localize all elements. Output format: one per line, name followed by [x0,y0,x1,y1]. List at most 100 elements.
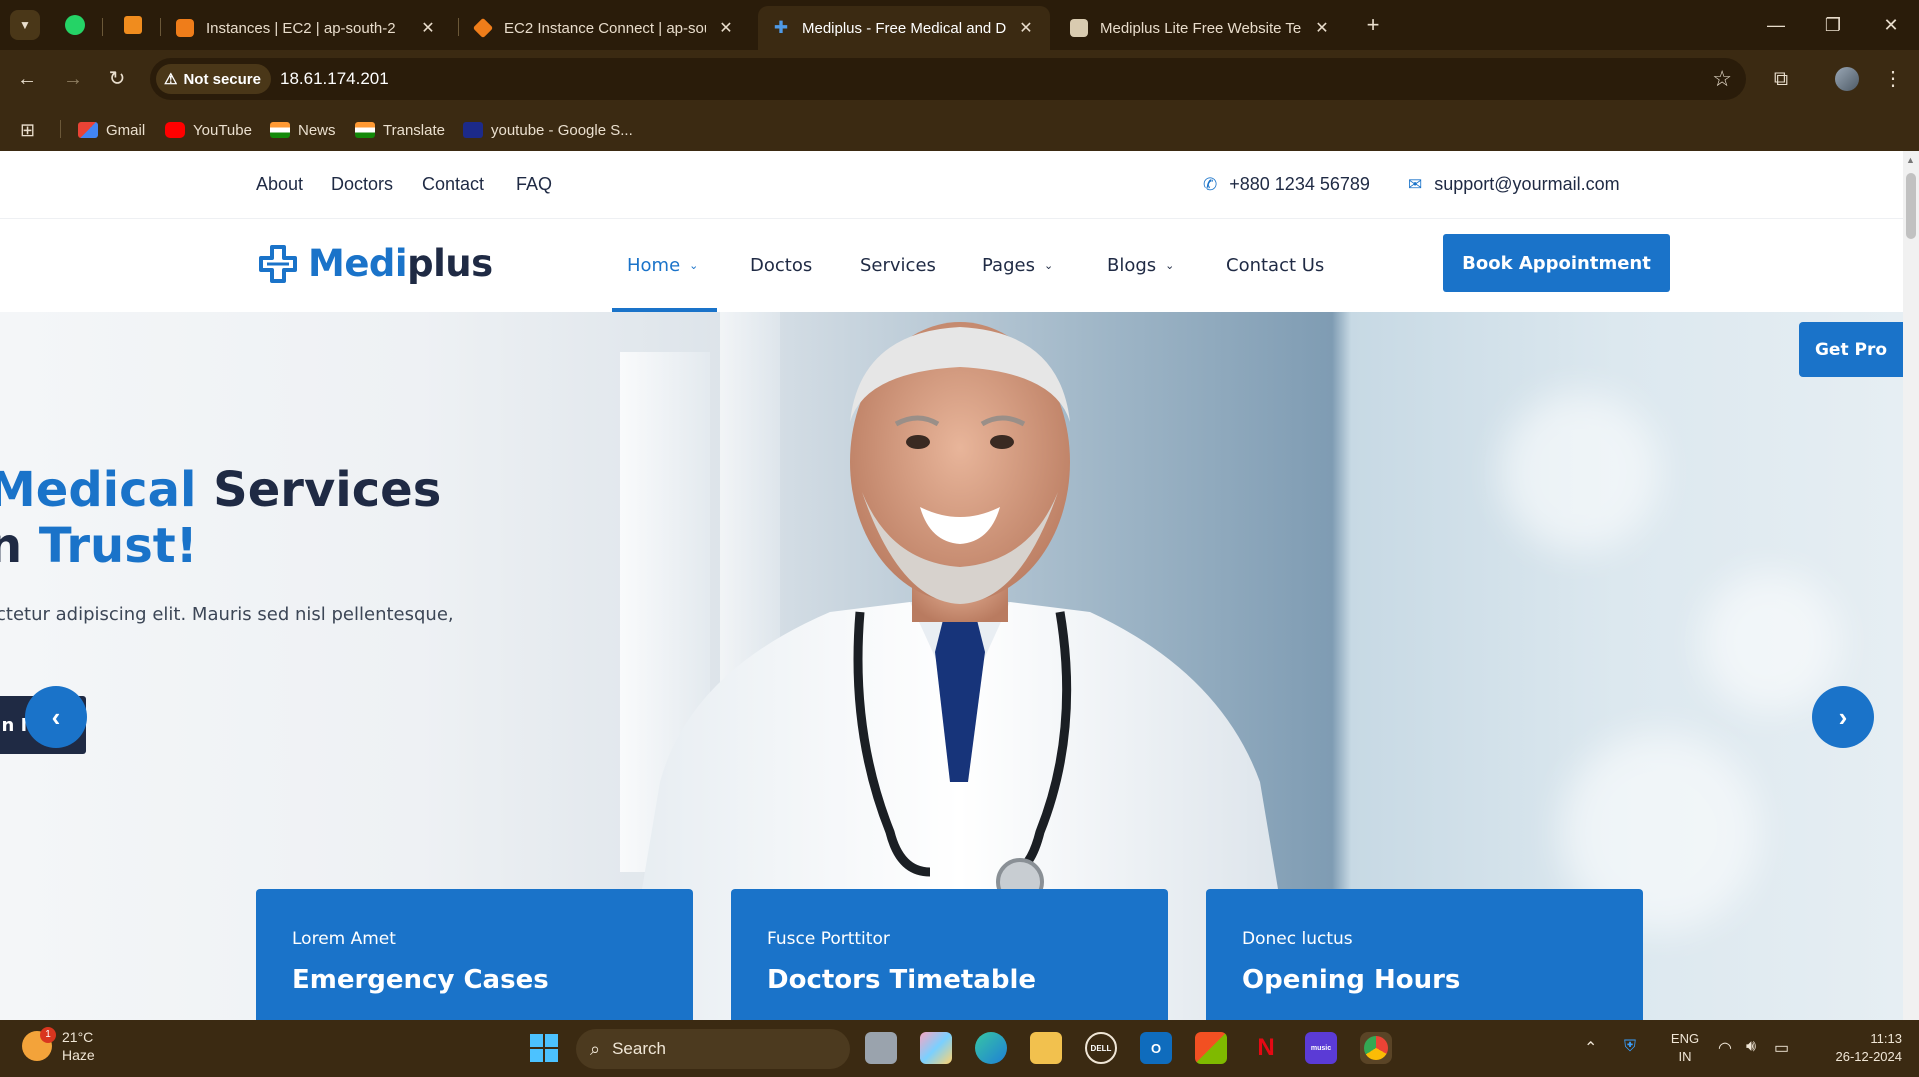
chrome-taskbar-button[interactable] [1360,1032,1392,1064]
url-text[interactable]: 18.61.174.201 [280,69,389,89]
plus-icon: + [1366,12,1380,37]
book-appointment-button[interactable]: Book Appointment [1443,234,1670,292]
apps-button[interactable]: ⊞ [20,118,35,142]
dell-icon[interactable]: DELL [1085,1032,1117,1064]
close-icon[interactable]: ✕ [418,18,438,38]
edge-icon[interactable] [975,1032,1007,1064]
scrollbar-thumb[interactable] [1906,173,1916,239]
forward-button[interactable]: → [58,64,88,94]
pinned-tab-aws[interactable] [118,10,148,40]
bookmark-star-icon[interactable]: ☆ [1712,66,1732,92]
tab-mediplus-lite[interactable]: Mediplus Lite Free Website Tem ✕ [1056,6,1346,50]
chevron-right-icon: › [1838,701,1848,732]
nav-contact-us[interactable]: Contact Us [1226,255,1324,276]
volume-icon[interactable]: 🔊︎ [1746,1038,1756,1056]
phone-number: +880 1234 56789 [1229,174,1370,194]
get-pro-button[interactable]: Get Pro [1799,322,1903,377]
security-chip[interactable]: ⚠ Not secure [156,64,271,94]
address-bar[interactable]: ⚠ Not secure 18.61.174.201 ☆ [150,58,1746,100]
feature-kicker: Fusce Porttitor [767,929,890,949]
site-logo[interactable]: Mediplus [258,242,493,285]
bookmark-gmail[interactable]: Gmail [78,118,145,142]
feature-card-emergency: Lorem Amet Emergency Cases [256,889,693,1020]
weather-description: Haze [62,1047,95,1063]
tab-separator [160,18,161,36]
extensions-button[interactable]: ⧉ [1766,64,1796,94]
pinned-tab-whatsapp[interactable] [60,10,90,40]
nav-pages[interactable]: Pages ⌄ [982,255,1053,276]
microsoft-store-icon[interactable] [1195,1032,1227,1064]
menu-button[interactable]: ⋮ [1878,64,1908,94]
amazon-music-icon[interactable]: music [1305,1032,1337,1064]
windows-taskbar: 1 21°C Haze ⌕ Search DELL O N music ⌃ ⛨ … [0,1020,1919,1077]
clock[interactable]: 11:13 26-12-2024 [1812,1030,1903,1066]
nav-label: Home [627,255,681,276]
bookmark-translate[interactable]: Translate [355,118,445,142]
battery-icon[interactable]: ▭ [1774,1038,1789,1058]
wifi-icon[interactable]: ◠ [1718,1038,1732,1058]
security-shield-icon[interactable]: ⛨ [1624,1038,1636,1056]
chrome-icon [1364,1036,1388,1060]
bookmark-news[interactable]: News [270,118,336,142]
reload-button[interactable]: ↻ [102,64,132,94]
nav-doctos[interactable]: Doctos [750,255,812,276]
outlook-icon[interactable]: O [1140,1032,1172,1064]
weather-temperature: 21°C [62,1029,94,1045]
slider-prev-button[interactable]: ‹ [25,686,87,748]
restore-button[interactable]: ❐ [1820,12,1846,38]
minimize-button[interactable]: — [1763,12,1789,38]
bookmark-label: YouTube [193,121,252,139]
weather-widget[interactable]: 1 21°C Haze [22,1027,95,1064]
nav-blogs[interactable]: Blogs ⌄ [1107,255,1174,276]
restore-icon: ❐ [1824,15,1842,35]
bookmark-label: News [298,121,336,139]
topbar-phone[interactable]: ✆ +880 1234 56789 [1203,174,1370,195]
close-window-button[interactable]: ✕ [1878,12,1904,38]
start-button[interactable] [528,1032,560,1064]
topbar-link-doctors[interactable]: Doctors [331,174,393,195]
task-view-icon[interactable] [865,1032,897,1064]
bookmark-label: Gmail [106,121,146,139]
topbar-link-faq[interactable]: FAQ [516,174,552,195]
profile-button[interactable] [1832,64,1862,94]
close-icon[interactable]: ✕ [1016,18,1036,38]
tab-title: EC2 Instance Connect | ap-south [504,19,706,37]
close-icon[interactable]: ✕ [716,18,736,38]
tab-mediplus-active[interactable]: ✚ Mediplus - Free Medical and Do ✕ [758,6,1050,50]
su-logo-icon [463,122,483,138]
topbar-email[interactable]: ✉ support@yourmail.com [1408,174,1620,195]
close-icon[interactable]: ✕ [1312,18,1332,38]
topbar-link-about[interactable]: About [256,174,303,195]
topbar-link-contact[interactable]: Contact [422,174,484,195]
close-icon: ✕ [1883,15,1899,35]
file-explorer-icon[interactable] [1030,1032,1062,1064]
bookmark-youtube[interactable]: YouTube [165,118,252,142]
copilot-icon[interactable] [920,1032,952,1064]
tab-separator [458,18,459,36]
taskbar-search[interactable]: ⌕ Search [576,1029,850,1069]
tab-ec2-instances[interactable]: Instances | EC2 | ap-south-2 ✕ [162,6,452,50]
scroll-up-icon[interactable]: ▲ [1906,155,1915,165]
nav-label: Contact Us [1226,255,1325,276]
chevron-up-icon[interactable]: ⌃ [1584,1038,1597,1058]
language-indicator[interactable]: ENG IN [1665,1030,1705,1066]
hero-heading: Medical Services n Trust! [0,462,441,574]
chevron-down-icon: ⌄ [1043,259,1054,272]
slider-next-button[interactable]: › [1812,686,1874,748]
bookmark-youtube-google[interactable]: youtube - Google S... [463,118,633,142]
page-icon [1070,19,1088,37]
search-icon: ⌕ [590,1038,601,1059]
netflix-icon[interactable]: N [1250,1032,1282,1064]
nav-home[interactable]: Home ⌄ [627,255,698,276]
new-tab-button[interactable]: + [1358,10,1388,40]
page-scrollbar[interactable]: ▲ [1903,151,1919,1020]
back-button[interactable]: ← [12,64,42,94]
chevron-down-icon: ⌄ [689,259,699,272]
tab-ec2-connect[interactable]: EC2 Instance Connect | ap-south ✕ [460,6,750,50]
tab-search-button[interactable]: ▼ [10,10,40,40]
brand-part-2: plus [407,242,493,285]
brand-name: Mediplus [308,242,493,285]
envelope-icon: ✉ [1408,174,1423,194]
nav-services[interactable]: Services [860,255,936,276]
reload-icon: ↻ [108,68,126,90]
